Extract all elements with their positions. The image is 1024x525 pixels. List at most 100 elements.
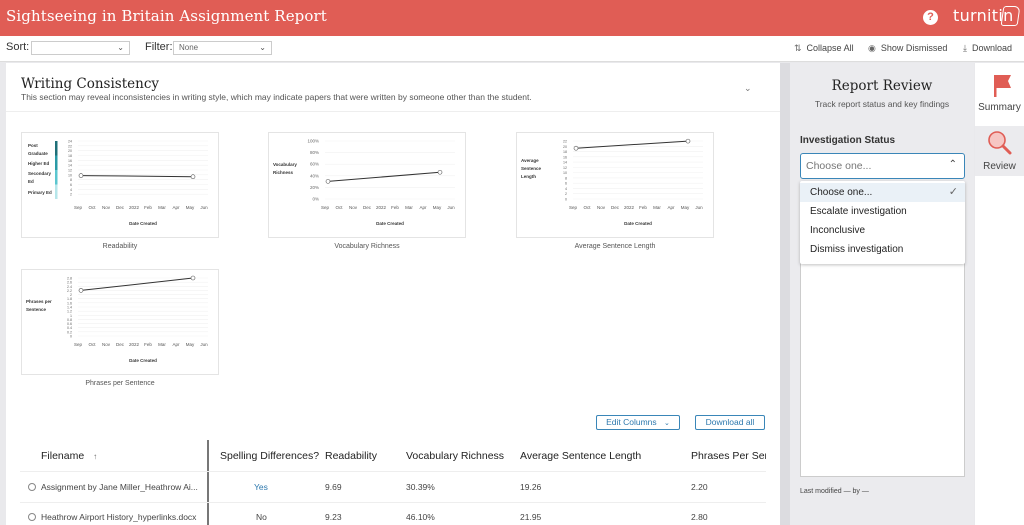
- review-panel-subtitle: Track report status and key findings: [814, 99, 950, 109]
- show-dismissed-button[interactable]: ◉ Show Dismissed: [868, 43, 947, 54]
- cell-vocabulary: 46.10%: [406, 512, 435, 522]
- sort-select[interactable]: ⌄: [31, 41, 130, 55]
- show-dismissed-label: Show Dismissed: [880, 43, 948, 53]
- y-tick-label: 22: [68, 144, 72, 148]
- y-axis-title: Sentence: [26, 307, 47, 312]
- y-tick-label: 16: [68, 159, 72, 163]
- help-icon[interactable]: ?: [923, 10, 938, 25]
- side-rail: Summary Review: [975, 63, 1024, 525]
- chevron-up-icon: ⌃: [948, 159, 957, 170]
- cell-filename[interactable]: Assignment by Jane Miller_Heathrow Ai...: [41, 482, 198, 492]
- download-all-button[interactable]: Download all: [695, 415, 765, 430]
- y-tick-label: 1.4: [67, 306, 72, 310]
- collapse-icon: ⇅: [794, 43, 802, 53]
- y-axis-title: Phrases per: [26, 299, 52, 304]
- section-header[interactable]: Writing Consistency This section may rev…: [6, 63, 780, 112]
- data-point: [190, 275, 196, 281]
- y-band-bar: [55, 141, 58, 156]
- y-tick-label: 14: [68, 164, 72, 168]
- status-option-escalate[interactable]: Escalate investigation: [800, 202, 965, 221]
- eye-off-icon: ◉: [868, 43, 876, 53]
- y-tick-label: 1.8: [67, 297, 72, 301]
- x-axis-title: Date Created: [129, 358, 157, 363]
- column-header-readability[interactable]: Readability: [325, 450, 377, 462]
- y-band-label: Secondary: [28, 171, 52, 176]
- cell-filename[interactable]: Heathrow Airport History_hyperlinks.docx: [41, 512, 196, 522]
- y-tick-label: 0.8: [67, 318, 72, 322]
- x-tick-label: Mar: [405, 205, 413, 210]
- y-band-bar: [55, 155, 58, 170]
- phrases-per-sentence-chart-svg: 00.20.40.60.811.21.41.61.822.22.42.62.8 S…: [26, 275, 208, 363]
- row-radio[interactable]: [28, 483, 36, 491]
- column-header-spelling[interactable]: Spelling Differences?: [220, 450, 319, 462]
- y-tick-label: 10: [563, 171, 567, 175]
- cell-vocabulary: 30.39%: [406, 482, 435, 492]
- x-tick-label: Sep: [321, 205, 330, 210]
- chevron-down-icon: ⌄: [259, 43, 266, 52]
- x-tick-label: Nov: [102, 205, 111, 210]
- x-tick-label: Sep: [569, 205, 578, 210]
- status-option-dismiss[interactable]: Dismiss investigation: [800, 240, 965, 259]
- status-option-inconclusive[interactable]: Inconclusive: [800, 221, 965, 240]
- column-header-phrases[interactable]: Phrases Per Sent: [691, 450, 766, 462]
- investigation-status-label: Investigation Status: [800, 135, 896, 146]
- y-tick-label: 2.8: [67, 277, 72, 281]
- cell-spelling: No: [256, 512, 267, 522]
- data-point: [78, 288, 84, 293]
- row-radio[interactable]: [28, 513, 36, 521]
- cell-avg-sentence: 19.26: [520, 482, 542, 492]
- y-tick-label: 20: [68, 149, 72, 153]
- y-tick-label: 0: [70, 335, 72, 339]
- x-tick-label: Apr: [172, 205, 180, 210]
- chevron-down-icon: ⌄: [664, 420, 670, 427]
- series-line: [575, 140, 689, 149]
- x-tick-label: Apr: [419, 205, 427, 210]
- column-divider[interactable]: [207, 440, 209, 525]
- sort-ascending-icon[interactable]: ↑: [93, 452, 97, 461]
- x-tick-label: May: [186, 205, 195, 210]
- investigation-status-select[interactable]: Choose one... ⌃: [800, 153, 965, 179]
- y-tick-label: 1.2: [67, 310, 72, 314]
- rail-review[interactable]: Review: [975, 126, 1024, 176]
- y-tick-label: 2: [70, 193, 72, 197]
- status-option-choose[interactable]: Choose one... ✓: [800, 183, 965, 202]
- average-sentence-length-chart: 0 2 4 6 8 10 12 14 16 18 20 22 Sep Oct Nov Dec 2022 Feb Ma…: [516, 132, 714, 238]
- y-tick-label: 2: [565, 192, 567, 196]
- y-tick-label: 100%: [307, 139, 319, 144]
- checkmark-icon: ✓: [948, 186, 958, 198]
- column-header-filename[interactable]: Filename ↑: [41, 450, 97, 462]
- x-tick-label: Nov: [349, 205, 358, 210]
- cell-spelling[interactable]: Yes: [254, 482, 268, 492]
- filter-select[interactable]: None ⌄: [173, 41, 272, 55]
- y-tick-label: 4: [565, 187, 567, 191]
- y-tick-label: 40%: [310, 173, 319, 178]
- main-scrollbar[interactable]: [780, 63, 790, 525]
- cell-readability: 9.69: [325, 482, 342, 492]
- x-tick-label: Dec: [363, 205, 372, 210]
- x-axis-title: Date Created: [624, 221, 652, 226]
- column-header-avg-sentence[interactable]: Average Sentence Length: [520, 450, 641, 462]
- cell-phrases: 2.80: [691, 512, 708, 522]
- download-button[interactable]: ⤓ Download: [963, 43, 1012, 54]
- review-notes-textarea[interactable]: [800, 262, 965, 477]
- chevron-down-icon[interactable]: ⌄: [744, 83, 752, 94]
- data-point: [573, 145, 579, 151]
- rail-summary[interactable]: Summary: [975, 67, 1024, 117]
- cell-phrases: 2.20: [691, 482, 708, 492]
- y-tick-label: 18: [563, 150, 567, 154]
- edit-columns-button[interactable]: Edit Columns ⌄: [596, 415, 680, 430]
- turnitin-logo-mark-icon: [1000, 6, 1021, 26]
- filter-label: Filter:: [145, 41, 173, 53]
- column-header-vocabulary[interactable]: Vocabulary Richness: [406, 450, 504, 462]
- y-band-label: Graduate: [28, 151, 48, 156]
- x-tick-label: Jun: [695, 205, 703, 210]
- y-band-bar: [55, 170, 58, 185]
- y-tick-label: 6: [565, 182, 567, 186]
- series-line: [327, 171, 441, 182]
- x-tick-label: 2022: [129, 342, 140, 347]
- collapse-all-button[interactable]: ⇅ Collapse All: [794, 43, 854, 54]
- option-label: Choose one...: [810, 187, 873, 198]
- y-tick-label: 0%: [312, 197, 319, 202]
- collapse-all-label: Collapse All: [806, 43, 854, 53]
- y-axis-title: Sentence: [521, 166, 542, 171]
